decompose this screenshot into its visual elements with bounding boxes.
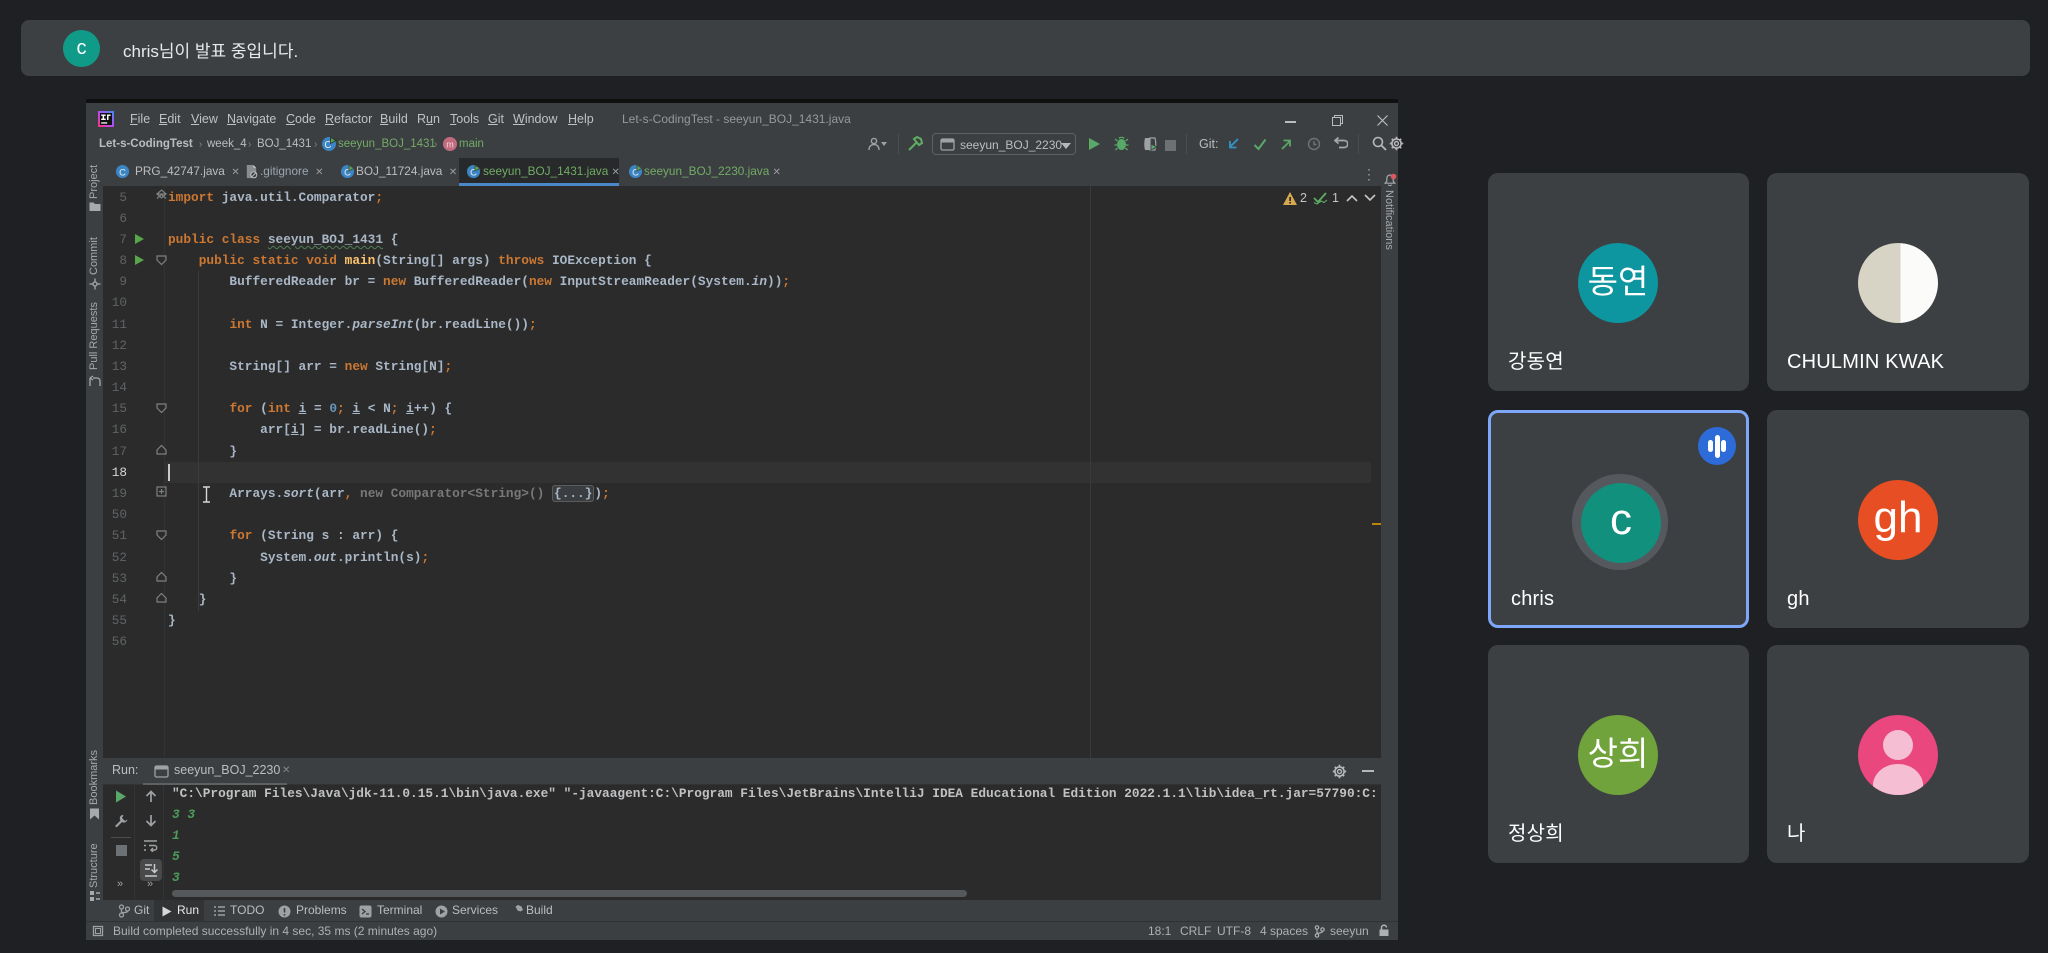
svg-text:C: C — [119, 167, 126, 177]
svg-text:m: m — [446, 140, 454, 150]
